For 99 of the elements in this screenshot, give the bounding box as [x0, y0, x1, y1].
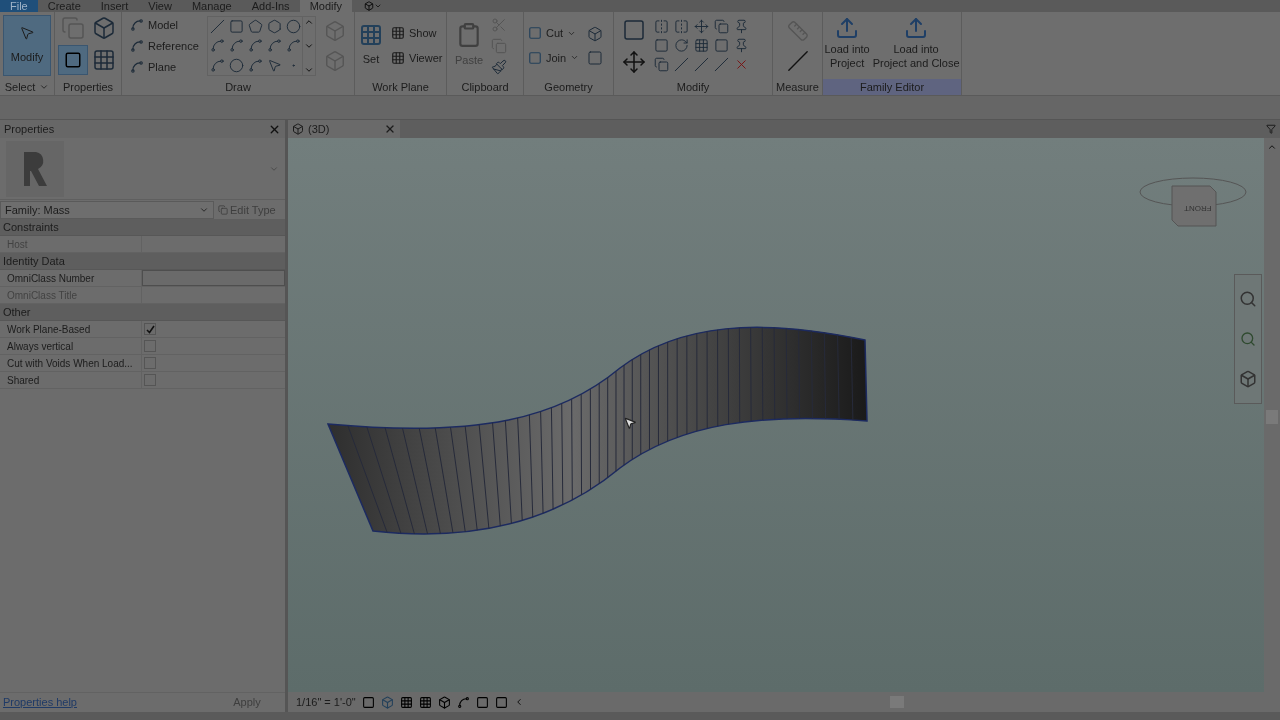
type-preview[interactable]: [0, 138, 285, 200]
group-label: Properties: [62, 79, 114, 95]
category-header[interactable]: Other: [0, 304, 285, 321]
copy-icon[interactable]: [491, 37, 508, 54]
rotate-icon[interactable]: [674, 38, 689, 53]
upload-icon: [835, 16, 860, 40]
line-icon: [130, 60, 144, 74]
upload-icon: [904, 16, 929, 40]
move-icon[interactable]: [694, 19, 709, 34]
group-label: Draw: [225, 79, 251, 95]
close-icon[interactable]: [384, 123, 396, 135]
caret-icon[interactable]: [374, 2, 383, 10]
mirror-icon[interactable]: [654, 19, 669, 34]
3d-view-canvas[interactable]: FRONT: [288, 138, 1264, 692]
group-label: Clipboard: [461, 79, 509, 95]
menu-tab[interactable]: File: [0, 0, 38, 12]
draw-tool-button[interactable]: Reference: [130, 37, 199, 55]
menu-tab[interactable]: View: [138, 0, 182, 12]
view-scale[interactable]: 1/16" = 1'-0": [296, 693, 356, 711]
arc-icon[interactable]: [247, 57, 263, 73]
measure-icon[interactable]: [786, 19, 809, 42]
revit-logo-icon: [6, 140, 64, 197]
group-label: Select: [4, 79, 36, 95]
pin-icon[interactable]: [734, 38, 749, 53]
caret-icon[interactable]: [39, 82, 50, 92]
cursor-icon: [19, 25, 35, 42]
match-properties-icon[interactable]: [491, 58, 508, 75]
expand-icon[interactable]: [304, 65, 314, 75]
group-label: Modify: [676, 79, 710, 95]
category-header[interactable]: Constraints: [0, 219, 285, 236]
scroll-down-icon[interactable]: [304, 41, 314, 51]
menu-tab[interactable]: Insert: [90, 0, 139, 12]
view-cube[interactable]: FRONT: [1138, 176, 1248, 238]
work-plane-button[interactable]: Viewer: [391, 49, 443, 66]
type-selector[interactable]: Family: Mass: [0, 201, 214, 219]
modify-button[interactable]: Modify: [3, 15, 51, 76]
line-icon[interactable]: [209, 19, 225, 34]
polygon-icon[interactable]: [266, 19, 282, 34]
mirror-icon[interactable]: [674, 19, 689, 34]
geometry-button[interactable]: Join: [528, 49, 580, 66]
draw-tool-button[interactable]: Model: [130, 16, 199, 34]
arc-icon[interactable]: [247, 38, 263, 54]
scroll-up-icon[interactable]: [1267, 142, 1277, 152]
grid-icon: [359, 23, 383, 48]
arc-icon[interactable]: [209, 38, 225, 54]
checkbox[interactable]: [144, 323, 156, 335]
menu-tab[interactable]: Manage: [181, 0, 242, 12]
cube-icon: [292, 123, 304, 135]
menu-tab[interactable]: Modify: [299, 0, 353, 12]
arc-icon[interactable]: [266, 38, 282, 54]
navigation-bar[interactable]: [1234, 274, 1262, 404]
ellipse-icon[interactable]: [228, 57, 244, 73]
line-icon: [130, 18, 144, 32]
property-label: Shared: [7, 373, 40, 388]
circle-icon[interactable]: [285, 19, 301, 34]
grid-icon: [391, 26, 405, 41]
category-header[interactable]: Identity Data: [0, 253, 285, 270]
menu-tab[interactable]: Create: [37, 0, 91, 12]
context-icon[interactable]: [364, 1, 375, 11]
draw-tool-button[interactable]: Plane: [130, 58, 199, 76]
copy-icon[interactable]: [654, 57, 669, 72]
group-label: Work Plane: [372, 79, 429, 95]
set-button[interactable]: Set: [359, 23, 383, 68]
move-icon[interactable]: [622, 49, 646, 74]
property-label: Cut with Voids When Load...: [7, 356, 133, 371]
scroll-up-icon[interactable]: [304, 17, 314, 27]
unpin-icon[interactable]: [734, 19, 749, 34]
zoom-icon[interactable]: [1240, 331, 1256, 347]
panel-title: Properties: [4, 121, 55, 137]
properties-help-link[interactable]: Properties help: [3, 694, 77, 711]
pentagon-icon[interactable]: [247, 19, 263, 34]
work-plane-button[interactable]: Show: [391, 25, 443, 42]
group-label: Measure: [776, 79, 819, 95]
vertical-scrollbar[interactable]: [1264, 138, 1280, 692]
cube-icon[interactable]: [587, 25, 604, 42]
cursor-icon: [623, 416, 637, 430]
property-label: OmniClass Number: [7, 271, 95, 286]
spline-icon[interactable]: [285, 38, 301, 54]
rectangle-icon[interactable]: [228, 19, 244, 34]
cut-icon[interactable]: [491, 16, 508, 33]
geometry-button[interactable]: Cut: [528, 25, 580, 42]
family-editor-label: Family Editor: [823, 79, 961, 95]
caret-icon: [199, 205, 209, 215]
grid-icon: [391, 50, 405, 65]
property-label: Work Plane-Based: [7, 322, 91, 337]
line-icon: [130, 39, 144, 53]
document-tab[interactable]: (3D): [288, 120, 400, 138]
arc-icon[interactable]: [228, 38, 244, 54]
load-button[interactable]: Load into Project and Close: [872, 16, 960, 70]
shape-icon: [528, 26, 542, 41]
spline-icon[interactable]: [209, 57, 225, 73]
property-label: Always vertical: [7, 339, 74, 354]
delete-icon[interactable]: [734, 57, 749, 72]
group-label: Geometry: [544, 79, 593, 95]
copy-icon[interactable]: [714, 19, 729, 34]
menu-tab[interactable]: Add-Ins: [241, 0, 300, 12]
load-button[interactable]: Load into Project: [824, 16, 870, 70]
property-field[interactable]: [142, 270, 285, 286]
shape-icon: [528, 50, 542, 65]
